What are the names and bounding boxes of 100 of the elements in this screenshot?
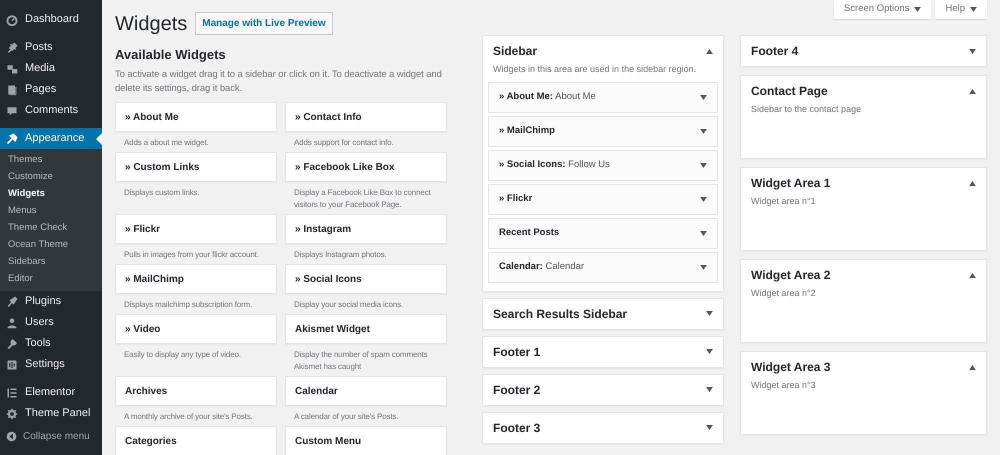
widget-description: Displays Instagram photos. bbox=[293, 249, 388, 261]
expand-arrow-icon[interactable] bbox=[700, 162, 707, 168]
settings-icon bbox=[6, 358, 18, 370]
menu-item[interactable]: Users bbox=[0, 312, 102, 333]
widget-card[interactable]: Akismet Widget bbox=[285, 314, 447, 344]
menu-item[interactable]: Theme Panel bbox=[0, 403, 102, 424]
widget-description: A calendar of your site's Posts. bbox=[293, 411, 400, 423]
expand-arrow-icon[interactable] bbox=[700, 196, 707, 202]
widget-card[interactable]: » Contact Info bbox=[285, 102, 447, 132]
menu-item[interactable]: Posts bbox=[0, 37, 102, 58]
widget-area-description: Widgets in this area are used in the sidebar region. bbox=[493, 63, 698, 76]
widget-area-description: Widget area n°1 bbox=[751, 195, 817, 208]
collapse-arrow-icon[interactable] bbox=[969, 88, 976, 94]
section-heading: Available Widgets bbox=[115, 47, 227, 63]
screen-tab[interactable]: Screen Options bbox=[834, 0, 932, 19]
widget-card[interactable]: » MailChimp bbox=[115, 264, 277, 294]
widget-description: Pulls in images from your flickr account. bbox=[123, 249, 260, 261]
widget-card[interactable]: Calendar bbox=[285, 376, 447, 406]
menu-item[interactable]: Appearance bbox=[0, 128, 102, 149]
submenu-item[interactable]: Menus bbox=[0, 203, 102, 220]
widget-description: Display a Facebook Like Box to connect visitors to your Facebook Page. bbox=[293, 187, 432, 211]
collapse-arrow-icon[interactable] bbox=[706, 48, 713, 54]
expand-arrow-icon[interactable] bbox=[706, 387, 713, 392]
widget-card[interactable]: Categories bbox=[115, 426, 277, 455]
expand-arrow-icon[interactable] bbox=[706, 311, 713, 316]
widget-area-description: Sidebar to the contact page bbox=[751, 103, 862, 116]
gear-icon bbox=[6, 408, 18, 420]
expand-arrow-icon[interactable] bbox=[706, 425, 713, 430]
placed-widget[interactable]: Calendar: Calendar bbox=[488, 252, 718, 282]
screen-tab[interactable]: Help bbox=[935, 0, 987, 19]
widget-description: Easily to display any type of video. bbox=[123, 349, 242, 361]
expand-arrow-icon[interactable] bbox=[700, 230, 707, 236]
expand-arrow-icon[interactable] bbox=[700, 264, 707, 270]
caret-icon bbox=[970, 7, 977, 12]
person-icon bbox=[6, 316, 18, 328]
widget-description: Adds support for contact info. bbox=[293, 137, 395, 149]
submenu-item[interactable]: Theme Check bbox=[0, 220, 102, 237]
widget-area-title[interactable]: Widget Area 3 bbox=[751, 359, 830, 375]
widget-card[interactable]: » About Me bbox=[115, 102, 277, 132]
menu-item[interactable]: Plugins bbox=[0, 291, 102, 312]
widget-area-title[interactable]: Widget Area 2 bbox=[751, 267, 830, 283]
placed-widget[interactable]: » About Me: About Me bbox=[488, 82, 718, 112]
media-icon bbox=[6, 62, 18, 74]
placed-widget-name: » Social Icons: Follow Us bbox=[499, 158, 610, 172]
menu-item[interactable]: Dashboard bbox=[0, 9, 102, 30]
submenu-item[interactable]: Customize bbox=[0, 169, 102, 186]
expand-arrow-icon[interactable] bbox=[706, 349, 713, 354]
widget-card[interactable]: » Flickr bbox=[115, 214, 277, 244]
submenu-item[interactable]: Themes bbox=[0, 152, 102, 169]
collapse-arrow-icon[interactable] bbox=[969, 272, 976, 278]
expand-arrow-icon[interactable] bbox=[700, 128, 707, 134]
widget-card[interactable]: Archives bbox=[115, 376, 277, 406]
placed-widget-name: Calendar: Calendar bbox=[499, 260, 584, 274]
expand-arrow-icon[interactable] bbox=[969, 48, 976, 54]
submenu-item[interactable]: Sidebars bbox=[0, 254, 102, 271]
widget-area-title[interactable]: Widget Area 1 bbox=[751, 175, 830, 191]
widget-area-title[interactable]: Search Results Sidebar bbox=[493, 306, 628, 322]
submenu-item[interactable]: Editor bbox=[0, 271, 102, 288]
collapse-icon bbox=[6, 431, 17, 442]
widget-area-title[interactable]: Contact Page bbox=[751, 83, 828, 99]
widget-card[interactable]: » Custom Links bbox=[115, 152, 277, 182]
placed-widget[interactable]: Recent Posts bbox=[488, 218, 718, 248]
page-title: Widgets bbox=[115, 12, 188, 34]
placed-widget-name: » About Me: About Me bbox=[499, 90, 596, 104]
live-preview-button[interactable]: Manage with Live Preview bbox=[195, 12, 333, 35]
menu-item[interactable]: Settings bbox=[0, 354, 102, 375]
widget-card[interactable]: » Social Icons bbox=[285, 264, 447, 294]
widget-card[interactable]: » Video bbox=[115, 314, 277, 344]
submenu-item[interactable]: Widgets bbox=[0, 186, 102, 203]
widget-area-title[interactable]: Footer 3 bbox=[493, 420, 540, 436]
widget-card[interactable]: » Instagram bbox=[285, 214, 447, 244]
widget-area-title[interactable]: Footer 1 bbox=[493, 344, 540, 360]
collapse-arrow-icon[interactable] bbox=[969, 364, 976, 370]
speech-bubble-icon bbox=[6, 104, 18, 116]
widget-description: Displays mailchimp subscription form. bbox=[123, 299, 254, 311]
submenu-item[interactable]: Ocean Theme bbox=[0, 237, 102, 254]
widget-area-title[interactable]: Footer 4 bbox=[751, 43, 798, 59]
menu-item[interactable]: Tools bbox=[0, 333, 102, 354]
menu-item[interactable]: Media bbox=[0, 58, 102, 79]
menu-item[interactable]: Elementor bbox=[0, 382, 102, 403]
widget-area-description: Widget area n°3 bbox=[751, 379, 817, 392]
menu-item[interactable]: Pages bbox=[0, 79, 102, 100]
widget-area-title[interactable]: Footer 2 bbox=[493, 382, 540, 398]
pin-icon bbox=[6, 42, 18, 54]
widget-description: Displays custom links. bbox=[123, 187, 200, 199]
caret-icon bbox=[914, 7, 922, 12]
expand-arrow-icon[interactable] bbox=[700, 94, 707, 100]
dashboard-icon bbox=[6, 14, 18, 26]
collapse-menu-button[interactable]: Collapse menu bbox=[0, 429, 102, 444]
placed-widget[interactable]: » Flickr bbox=[488, 184, 718, 214]
collapse-arrow-icon[interactable] bbox=[969, 180, 976, 186]
widget-card[interactable]: Custom Menu bbox=[285, 426, 447, 455]
placed-widget[interactable]: » Social Icons: Follow Us bbox=[488, 150, 718, 180]
placed-widget[interactable]: » MailChimp bbox=[488, 116, 718, 146]
placed-widget-name: » Flickr bbox=[499, 192, 532, 206]
widget-card[interactable]: » Facebook Like Box bbox=[285, 152, 447, 182]
widget-area-title[interactable]: Sidebar bbox=[493, 43, 538, 59]
widget-description: Display your social media icons. bbox=[293, 299, 404, 311]
widget-area-description: Widget area n°2 bbox=[751, 287, 817, 300]
menu-item[interactable]: Comments bbox=[0, 100, 102, 121]
